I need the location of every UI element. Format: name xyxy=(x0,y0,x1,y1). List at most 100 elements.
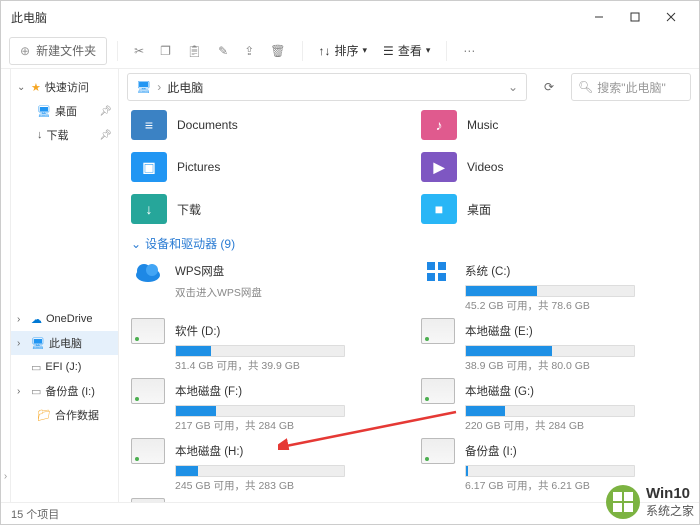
chevron-right-icon: › xyxy=(17,386,27,397)
folder-item[interactable]: ▶ Videos xyxy=(421,149,687,185)
copy-button[interactable]: ❐ xyxy=(154,37,177,65)
sort-label: 排序 xyxy=(335,42,359,59)
plus-icon: ⊕ xyxy=(20,44,30,58)
separator xyxy=(446,41,447,61)
drive-item[interactable]: 本地磁盘 (H:)245 GB 可用，共 283 GB xyxy=(131,436,397,494)
share-button[interactable]: ⇪ xyxy=(238,37,260,65)
sidebar-label: EFI (J:) xyxy=(45,361,81,373)
clipboard-icon: 📋︎ xyxy=(187,44,202,58)
drive-item[interactable]: 系统 (C:)45.2 GB 可用，共 78.6 GB xyxy=(421,256,687,314)
status-item-count: 15 个项目 xyxy=(11,506,59,522)
folder-item[interactable]: ≡Documents xyxy=(131,107,397,143)
folder-label: 下载 xyxy=(177,201,201,218)
drive-item[interactable]: 软件 (D:)31.4 GB 可用，共 39.9 GB xyxy=(131,316,397,374)
sidebar-label: 桌面 xyxy=(55,103,77,119)
drive-info: 245 GB 可用，共 283 GB xyxy=(175,478,397,493)
main-area: › ⌄ ★ 快速访问 🖥︎ 桌面 📌︎ ↓ 下载 📌︎ › ☁ OneDr xyxy=(1,69,699,502)
folder-label: Videos xyxy=(467,160,503,174)
disk-drive-icon xyxy=(421,318,455,344)
toolbar: ⊕ 新建文件夹 ✂ ❐ 📋︎ ✎ ⇪ 🗑︎ ↑↓ 排序 ▾ ☰ 查看 ▾ ⋯ xyxy=(1,33,699,69)
system-drive-icon xyxy=(421,258,455,284)
drive-item[interactable]: 本地磁盘 (E:)38.9 GB 可用，共 80.0 GB xyxy=(421,316,687,374)
folder-item[interactable]: ▣ Pictures xyxy=(131,149,397,185)
folder-label: Music xyxy=(467,118,498,132)
chevron-right-icon: › xyxy=(4,471,7,482)
disk-drive-icon xyxy=(131,498,165,502)
star-icon: ★ xyxy=(31,81,41,94)
paste-button[interactable]: 📋︎ xyxy=(181,37,208,65)
more-button[interactable]: ⋯ xyxy=(457,37,481,65)
rename-button[interactable]: ✎ xyxy=(212,37,234,65)
chevron-right-icon: › xyxy=(17,314,27,325)
search-input[interactable]: 🔍︎ 搜索"此电脑" xyxy=(571,73,691,101)
drive-item[interactable]: 本地磁盘 (F:)217 GB 可用，共 284 GB xyxy=(131,376,397,434)
capacity-bar xyxy=(175,405,345,417)
sidebar-label: 合作数据 xyxy=(55,407,99,423)
folder-item[interactable]: ↓ 下载 xyxy=(131,191,397,227)
search-placeholder: 搜索"此电脑" xyxy=(597,79,666,96)
sidebar-this-pc[interactable]: › 🖥︎ 此电脑 xyxy=(11,331,118,355)
disk-drive-icon xyxy=(421,438,455,464)
drive-name: 软件 (D:) xyxy=(175,323,220,339)
separator xyxy=(302,41,303,61)
sidebar-onedrive[interactable]: › ☁ OneDrive xyxy=(11,307,118,331)
capacity-bar xyxy=(465,405,635,417)
close-button[interactable] xyxy=(653,3,689,31)
cut-button[interactable]: ✂ xyxy=(128,37,150,65)
drive-item[interactable]: 本地磁盘 (G:)220 GB 可用，共 284 GB xyxy=(421,376,687,434)
watermark-line1: Win10 xyxy=(646,485,694,502)
watermark-line2: 系统之家 xyxy=(646,502,694,519)
drive-name: WPS网盘 xyxy=(175,263,224,279)
refresh-button[interactable]: ⟳ xyxy=(535,73,563,101)
folder-item[interactable]: ■桌面 xyxy=(421,191,687,227)
address-bar[interactable]: 🖥︎ › 此电脑 ⌄ xyxy=(127,73,527,101)
new-folder-button[interactable]: ⊕ 新建文件夹 xyxy=(9,37,107,65)
folder-icon: ▣ xyxy=(131,152,167,182)
pin-icon: 📌︎ xyxy=(99,130,112,141)
drive-subtitle: 双击进入WPS网盘 xyxy=(175,285,397,300)
monitor-icon: 🖥︎ xyxy=(136,80,151,94)
drives-grid: WPS网盘双击进入WPS网盘系统 (C:)45.2 GB 可用，共 78.6 G… xyxy=(131,256,687,502)
capacity-bar xyxy=(175,345,345,357)
sidebar-label: 下载 xyxy=(47,127,69,143)
sidebar-coop-data[interactable]: 📁︎ 合作数据 xyxy=(11,403,118,427)
delete-button[interactable]: 🗑︎ xyxy=(264,37,291,65)
folder-icon: ↓ xyxy=(131,194,167,224)
drive-info: 38.9 GB 可用，共 80.0 GB xyxy=(465,358,687,373)
rename-icon: ✎ xyxy=(218,44,228,58)
capacity-bar xyxy=(465,345,635,357)
drive-info: 220 GB 可用，共 284 GB xyxy=(465,418,687,433)
folder-icon: 📁︎ xyxy=(37,409,51,422)
view-button[interactable]: ☰ 查看 ▾ xyxy=(377,42,436,59)
disk-drive-icon xyxy=(131,318,165,344)
maximize-button[interactable] xyxy=(617,3,653,31)
devices-header[interactable]: ⌄ 设备和驱动器 (9) xyxy=(131,235,687,252)
trash-icon: 🗑︎ xyxy=(270,44,285,58)
sidebar-label: 备份盘 (I:) xyxy=(45,383,95,399)
folder-label: Pictures xyxy=(177,160,220,174)
minimize-button[interactable] xyxy=(581,3,617,31)
capacity-bar xyxy=(175,465,345,477)
disk-drive-icon xyxy=(421,378,455,404)
folder-icon: ▶ xyxy=(421,152,457,182)
copy-icon: ❐ xyxy=(160,44,171,58)
drive-item[interactable]: WPS网盘双击进入WPS网盘 xyxy=(131,256,397,314)
breadcrumb-sep: › xyxy=(157,80,161,94)
new-folder-label: 新建文件夹 xyxy=(36,42,96,59)
sidebar-quick-access[interactable]: ⌄ ★ 快速访问 xyxy=(11,75,118,99)
cloud-icon: ☁ xyxy=(31,313,42,326)
sidebar-backup[interactable]: › ▭ 备份盘 (I:) xyxy=(11,379,118,403)
address-location: 此电脑 xyxy=(167,79,203,96)
sort-button[interactable]: ↑↓ 排序 ▾ xyxy=(313,42,374,59)
sidebar-downloads[interactable]: ↓ 下载 📌︎ xyxy=(11,123,118,147)
sidebar-desktop[interactable]: 🖥︎ 桌面 📌︎ xyxy=(11,99,118,123)
chevron-down-icon: ▾ xyxy=(426,45,431,56)
watermark-text: Win10 系统之家 xyxy=(646,485,694,519)
titlebar: 此电脑 xyxy=(1,1,699,33)
folder-item[interactable]: ♪Music xyxy=(421,107,687,143)
sidebar-efi[interactable]: ▭ EFI (J:) xyxy=(11,355,118,379)
chevron-down-icon: ▾ xyxy=(363,45,368,56)
search-icon: 🔍︎ xyxy=(578,80,593,94)
chevron-down-icon: ⌄ xyxy=(17,82,27,93)
drive-name: 备份盘 (I:) xyxy=(465,443,517,459)
